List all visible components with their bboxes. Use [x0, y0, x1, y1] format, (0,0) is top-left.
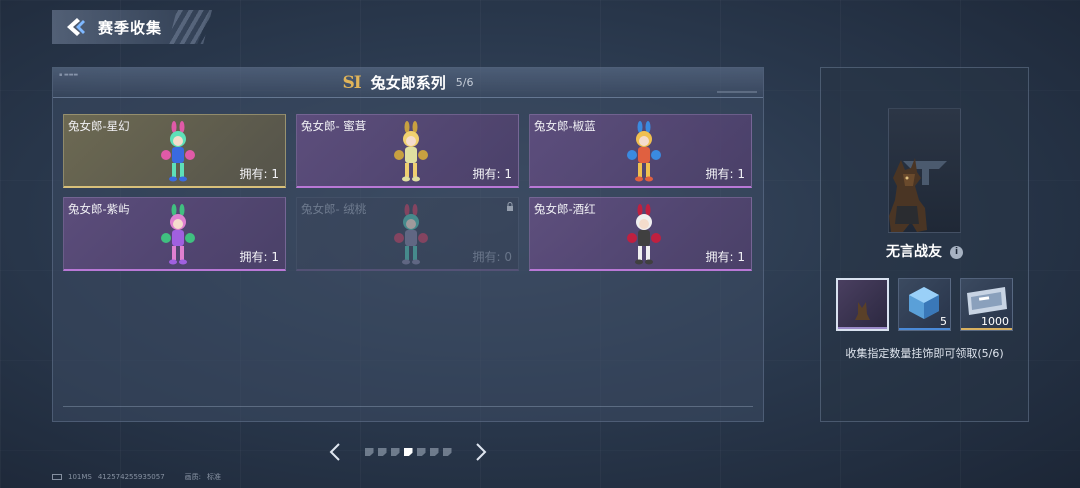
card-name: 兔女郎-椒蓝: [534, 119, 596, 133]
collection-card[interactable]: 兔女郎-酒红拥有: 1: [529, 197, 752, 271]
header-deco-right: [717, 91, 757, 93]
series-header: ▪ ▬▬▬ SI 兔女郎系列 5/6: [53, 68, 763, 98]
back-arrow-icon[interactable]: [64, 15, 88, 39]
card-name: 兔女郎-酒红: [534, 202, 596, 216]
signal-icon: [52, 474, 62, 480]
card-name: 兔女郎-紫屿: [68, 202, 130, 216]
bunny-pendant-icon: [627, 204, 661, 265]
reward-name-text: 无言战友: [886, 244, 942, 260]
collection-panel: ▪ ▬▬▬ SI 兔女郎系列 5/6 兔女郎-星幻 拥有: 1 兔女郎- 蜜茸 拥有:…: [52, 67, 764, 422]
page-dot[interactable]: [442, 448, 452, 456]
reward-item-crate[interactable]: 5: [898, 278, 951, 331]
card-owned-count: 拥有: 1: [472, 167, 513, 181]
page-title: 赛季收集: [98, 18, 163, 37]
next-page-icon[interactable]: [472, 441, 490, 463]
bunny-pendant-icon: [161, 121, 195, 182]
page-dot[interactable]: [429, 448, 439, 456]
page-dot[interactable]: [416, 448, 426, 456]
quality-label: 画质:: [184, 473, 202, 481]
bunny-pendant-icon: [394, 121, 428, 182]
footer-info: 101MS 412574255935057 画质: 标准: [52, 472, 221, 482]
prev-page-icon[interactable]: [326, 441, 344, 463]
collection-card[interactable]: 兔女郎-椒蓝拥有: 1: [529, 114, 752, 188]
card-owned-count: 拥有: 0: [472, 250, 513, 264]
dog-pendant-icon: [855, 302, 870, 320]
bunny-pendant-icon: [627, 121, 661, 182]
reward-item-pendant[interactable]: [836, 278, 889, 331]
uid-text: 412574255935057: [97, 473, 165, 481]
card-name: 兔女郎-星幻: [68, 119, 130, 133]
card-owned-count: 拥有: 1: [239, 167, 280, 181]
collection-card[interactable]: 兔女郎- 绒桃拥有: 0: [296, 197, 519, 271]
info-icon[interactable]: i: [950, 245, 963, 259]
item-rarity-bar: [899, 328, 950, 330]
dog-companion-image: [889, 158, 927, 232]
card-name: 兔女郎- 绒桃: [301, 202, 367, 216]
pagination: [326, 440, 490, 464]
series-progress: 5/6: [455, 76, 474, 89]
card-name: 兔女郎- 蜜茸: [301, 119, 367, 133]
collection-card[interactable]: 兔女郎- 蜜茸拥有: 1: [296, 114, 519, 188]
bunny-pendant-icon: [394, 204, 428, 265]
season-badge: SI: [342, 72, 362, 93]
reward-items: 5 1000: [836, 278, 1013, 331]
bunny-pendant-icon: [161, 204, 195, 265]
item-rarity-bar: [838, 327, 887, 329]
quality-value: 标准: [207, 473, 222, 481]
item-rarity-bar: [961, 328, 1012, 330]
page-dot[interactable]: [390, 448, 400, 456]
reward-description: 收集指定数量挂饰即可领取(5/6): [845, 347, 1004, 360]
item-qty: 1000: [981, 315, 1009, 328]
page-dot[interactable]: [377, 448, 387, 456]
reward-name: 无言战友 i: [821, 241, 1028, 261]
card-owned-count: 拥有: 1: [705, 250, 746, 264]
ping-text: 101MS: [68, 473, 92, 481]
page-dot[interactable]: [403, 448, 413, 456]
page-dots: [364, 448, 452, 456]
card-owned-count: 拥有: 1: [705, 167, 746, 181]
panel-divider: [63, 406, 753, 407]
collection-card[interactable]: 兔女郎-星幻拥有: 1: [63, 114, 286, 188]
collection-card[interactable]: 兔女郎-紫屿拥有: 1: [63, 197, 286, 271]
card-grid: 兔女郎-星幻 拥有: 1 兔女郎- 蜜茸 拥有: 1 兔女郎-椒蓝 拥有: 1 兔女郎-紫屿…: [63, 114, 752, 271]
header-deco-left: ▪ ▬▬▬: [59, 72, 79, 78]
card-owned-count: 拥有: 1: [239, 250, 280, 264]
series-title: 兔女郎系列: [370, 74, 446, 92]
reward-panel: 无言战友 i 5 1000 收集指定数量挂饰即可领取(5/6): [820, 67, 1029, 422]
lock-icon: [507, 202, 513, 211]
page-dot[interactable]: [364, 448, 374, 456]
item-qty: 5: [940, 315, 947, 328]
reward-item-ticket[interactable]: 1000: [960, 278, 1013, 331]
